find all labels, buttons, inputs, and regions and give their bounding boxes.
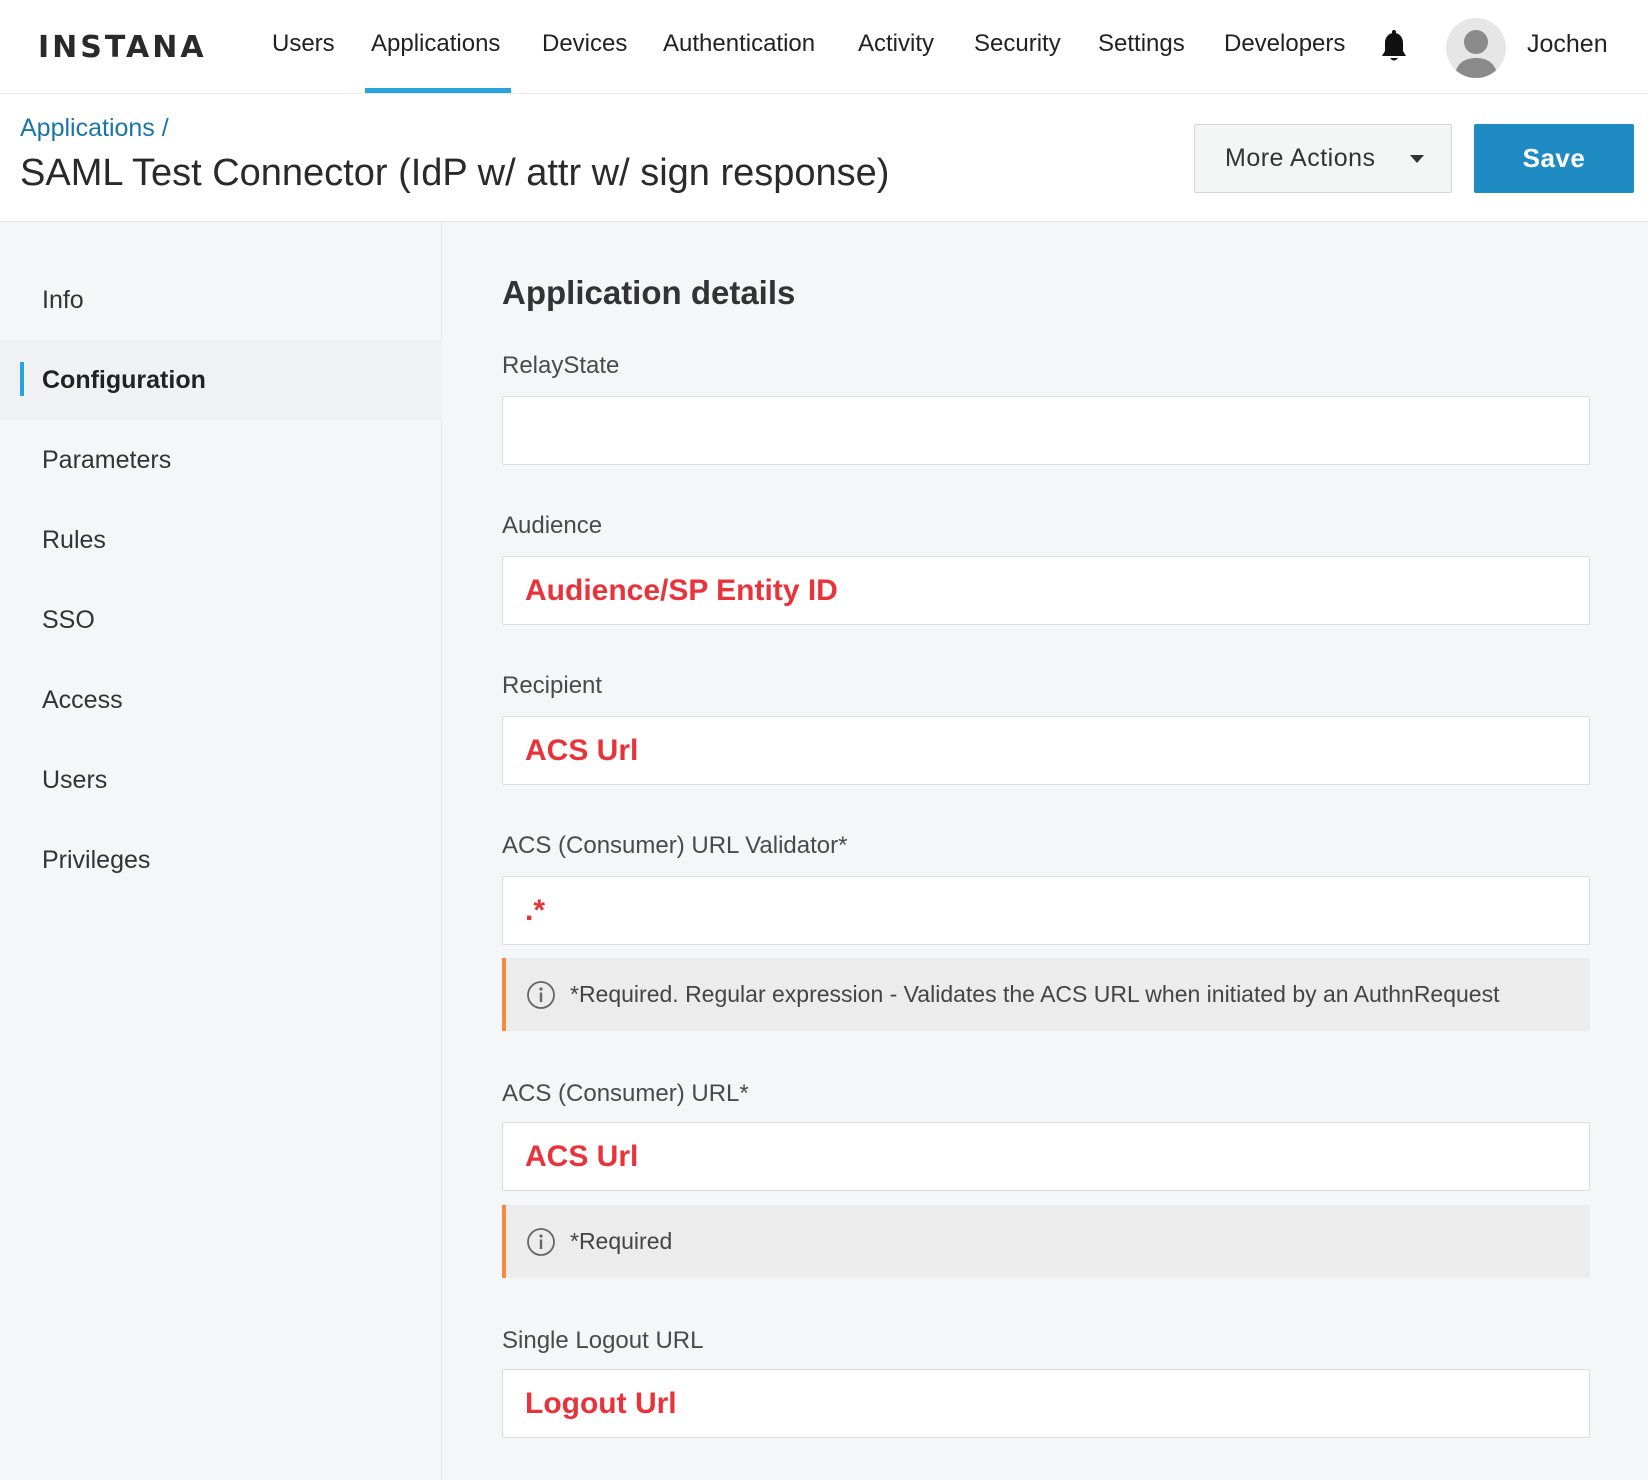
breadcrumb[interactable]: Applications /: [20, 114, 169, 143]
relaystate-input[interactable]: [502, 396, 1590, 465]
section-title: Application details: [502, 274, 796, 311]
acs-validator-label: ACS (Consumer) URL Validator*: [502, 832, 848, 859]
acs-url-label: ACS (Consumer) URL*: [502, 1080, 749, 1107]
save-button[interactable]: Save: [1474, 124, 1634, 193]
main-content: Application details RelayState Audience …: [443, 222, 1648, 1480]
sidebar-item-info[interactable]: Info: [0, 260, 442, 340]
sidebar: Info Configuration Parameters Rules SSO …: [0, 222, 442, 1480]
sidebar-item-parameters[interactable]: Parameters: [0, 420, 442, 500]
recipient-input[interactable]: ACS Url: [502, 716, 1590, 785]
acs-validator-hint: *Required. Regular expression - Validate…: [502, 958, 1590, 1031]
nav-activity[interactable]: Activity: [858, 30, 934, 58]
audience-label: Audience: [502, 512, 603, 539]
nav-active-indicator: [365, 88, 511, 93]
acs-validator-input[interactable]: .*: [502, 876, 1590, 945]
more-actions-button[interactable]: More Actions: [1194, 124, 1452, 193]
sidebar-item-sso[interactable]: SSO: [0, 580, 442, 660]
info-icon: [527, 980, 555, 1009]
nav-authentication[interactable]: Authentication: [663, 30, 815, 58]
nav-security[interactable]: Security: [974, 30, 1061, 58]
single-logout-input[interactable]: Logout Url: [502, 1369, 1590, 1438]
acs-url-hint: *Required: [502, 1205, 1590, 1278]
info-icon: [527, 1227, 555, 1256]
nav-settings[interactable]: Settings: [1098, 30, 1185, 58]
acs-url-input[interactable]: ACS Url: [502, 1122, 1590, 1191]
acs-validator-hint-text: *Required. Regular expression - Validate…: [570, 981, 1500, 1007]
user-name[interactable]: Jochen: [1527, 30, 1608, 59]
sidebar-item-privileges[interactable]: Privileges: [0, 820, 442, 900]
acs-url-hint-text: *Required: [570, 1228, 673, 1254]
single-logout-label: Single Logout URL: [502, 1327, 704, 1354]
nav-users[interactable]: Users: [272, 30, 335, 58]
chevron-down-icon: [1410, 155, 1424, 163]
sidebar-item-access[interactable]: Access: [0, 660, 442, 740]
top-navigation: INSTANA Users Applications Devices Authe…: [0, 0, 1648, 94]
recipient-label: Recipient: [502, 672, 603, 699]
sidebar-item-users[interactable]: Users: [0, 740, 442, 820]
relaystate-label: RelayState: [502, 352, 620, 379]
sidebar-item-configuration[interactable]: Configuration: [0, 340, 442, 420]
sidebar-item-rules[interactable]: Rules: [0, 500, 442, 580]
bell-icon[interactable]: [1380, 30, 1408, 64]
instana-logo[interactable]: INSTANA: [38, 30, 207, 65]
nav-applications[interactable]: Applications: [371, 30, 500, 58]
more-actions-label: More Actions: [1225, 144, 1376, 172]
audience-input[interactable]: Audience/SP Entity ID: [502, 556, 1590, 625]
nav-devices[interactable]: Devices: [542, 30, 627, 58]
user-avatar-icon[interactable]: [1446, 18, 1506, 78]
page-header: Applications / SAML Test Connector (IdP …: [0, 94, 1648, 222]
nav-developers[interactable]: Developers: [1224, 30, 1345, 58]
page-title: SAML Test Connector (IdP w/ attr w/ sign…: [20, 152, 890, 194]
